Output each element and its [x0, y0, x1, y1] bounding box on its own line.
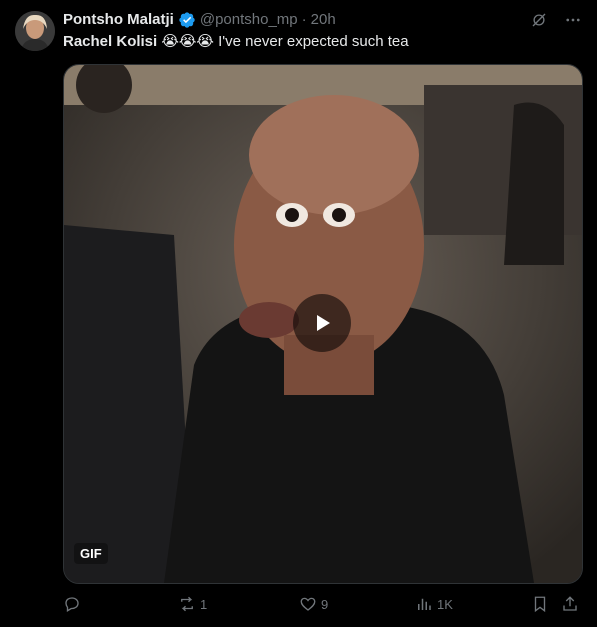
- play-icon: [317, 315, 330, 331]
- grok-icon[interactable]: [529, 10, 549, 30]
- heart-icon: [300, 597, 316, 611]
- like-button[interactable]: 9: [299, 592, 328, 616]
- like-count: 9: [321, 596, 329, 612]
- reply-icon: [65, 597, 79, 612]
- views-count: 1K: [437, 596, 453, 612]
- tweet-text: Rachel Kolisi 😭😭😭 I've never expected su…: [63, 32, 409, 52]
- separator-dot: ·: [301, 11, 307, 28]
- verified-badge-icon: [178, 11, 196, 29]
- views-button[interactable]: 1K: [415, 592, 453, 616]
- bookmark-button[interactable]: [531, 592, 549, 616]
- gif-media[interactable]: GIF: [63, 64, 583, 584]
- emoji-text: 😭😭😭: [161, 33, 214, 50]
- repost-button[interactable]: 1: [178, 592, 207, 616]
- top-actions: [529, 10, 583, 30]
- more-options-icon[interactable]: [563, 10, 583, 30]
- play-button[interactable]: [293, 294, 351, 352]
- action-bar: 1 9 1K: [63, 592, 581, 616]
- views-chart-icon: [418, 598, 431, 610]
- tweet-header: Pontsho Malatji @pontsho_mp · 20h: [63, 10, 336, 30]
- timestamp[interactable]: 20h: [311, 10, 336, 30]
- bookmark-icon: [534, 596, 546, 613]
- reply-button[interactable]: [63, 592, 85, 616]
- avatar[interactable]: [15, 11, 55, 51]
- tweet-card[interactable]: Pontsho Malatji @pontsho_mp · 20h Rachel…: [0, 0, 597, 627]
- author-handle[interactable]: @pontsho_mp: [200, 10, 298, 30]
- share-button[interactable]: [561, 592, 579, 616]
- gif-badge: GIF: [74, 543, 108, 564]
- author-name[interactable]: Pontsho Malatji: [63, 10, 174, 30]
- tweet-body: I've never expected such tea: [213, 33, 409, 50]
- repost-icon: [181, 596, 193, 612]
- repost-count: 1: [200, 596, 208, 612]
- share-icon: [563, 596, 577, 611]
- mention-text: Rachel Kolisi: [63, 33, 158, 50]
